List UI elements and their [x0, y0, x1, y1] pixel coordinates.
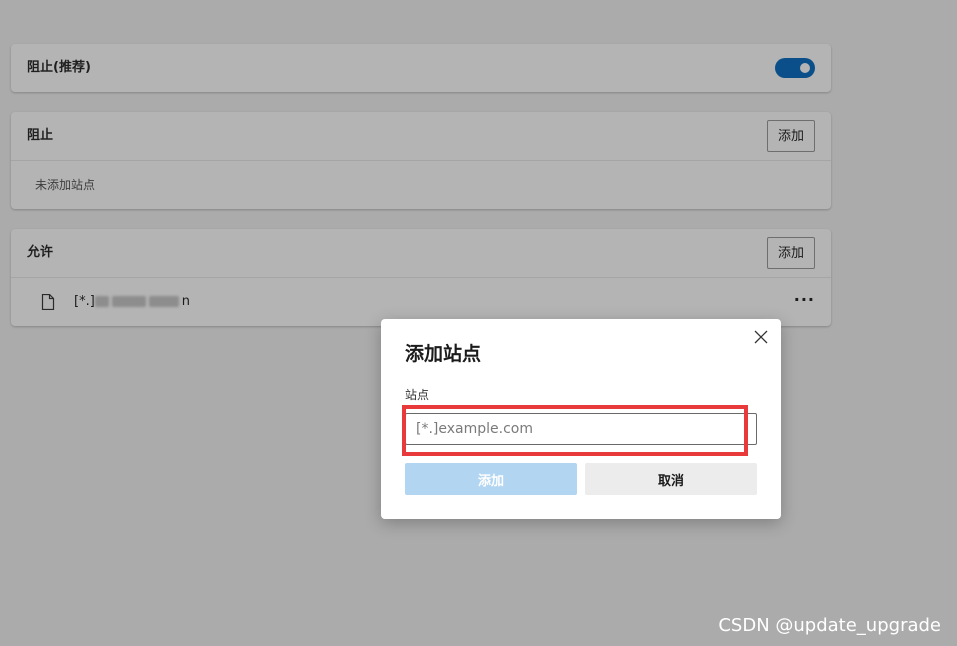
site-field-label: 站点	[405, 388, 430, 402]
file-icon	[41, 294, 55, 310]
add-site-dialog: 添加站点 站点 添加 取消	[381, 319, 781, 519]
block-recommended-card: 阻止(推荐)	[11, 44, 831, 92]
block-list-header: 阻止 添加	[11, 112, 831, 160]
close-icon[interactable]	[753, 329, 769, 345]
allow-list-card: 允许 添加 [*.] n ···	[11, 229, 831, 326]
dialog-add-button[interactable]: 添加	[405, 463, 577, 495]
block-list-card: 阻止 添加 未添加站点	[11, 112, 831, 209]
dialog-title: 添加站点	[405, 343, 482, 365]
block-recommended-header: 阻止(推荐)	[11, 44, 831, 92]
more-options-button[interactable]: ···	[794, 278, 815, 322]
block-recommended-title: 阻止(推荐)	[27, 60, 91, 75]
watermark: CSDN @update_upgrade	[718, 615, 941, 636]
divider	[11, 160, 831, 161]
allowed-site-url: [*.] n	[74, 278, 190, 326]
allow-list-header: 允许 添加	[11, 229, 831, 277]
toggle-knob	[800, 63, 810, 73]
block-empty-text: 未添加站点	[35, 178, 96, 192]
redacted-text	[148, 296, 179, 307]
site-prefix: [*.]	[74, 294, 95, 309]
allow-list-title: 允许	[27, 245, 54, 260]
redacted-text	[111, 296, 146, 307]
redacted-text	[94, 296, 109, 307]
site-input[interactable]	[405, 413, 757, 445]
site-suffix: n	[181, 294, 191, 309]
block-recommended-toggle[interactable]	[775, 58, 815, 78]
block-list-title: 阻止	[27, 128, 54, 143]
allow-add-button[interactable]: 添加	[767, 237, 815, 269]
dialog-cancel-button[interactable]: 取消	[585, 463, 757, 495]
block-add-button[interactable]: 添加	[767, 120, 815, 152]
